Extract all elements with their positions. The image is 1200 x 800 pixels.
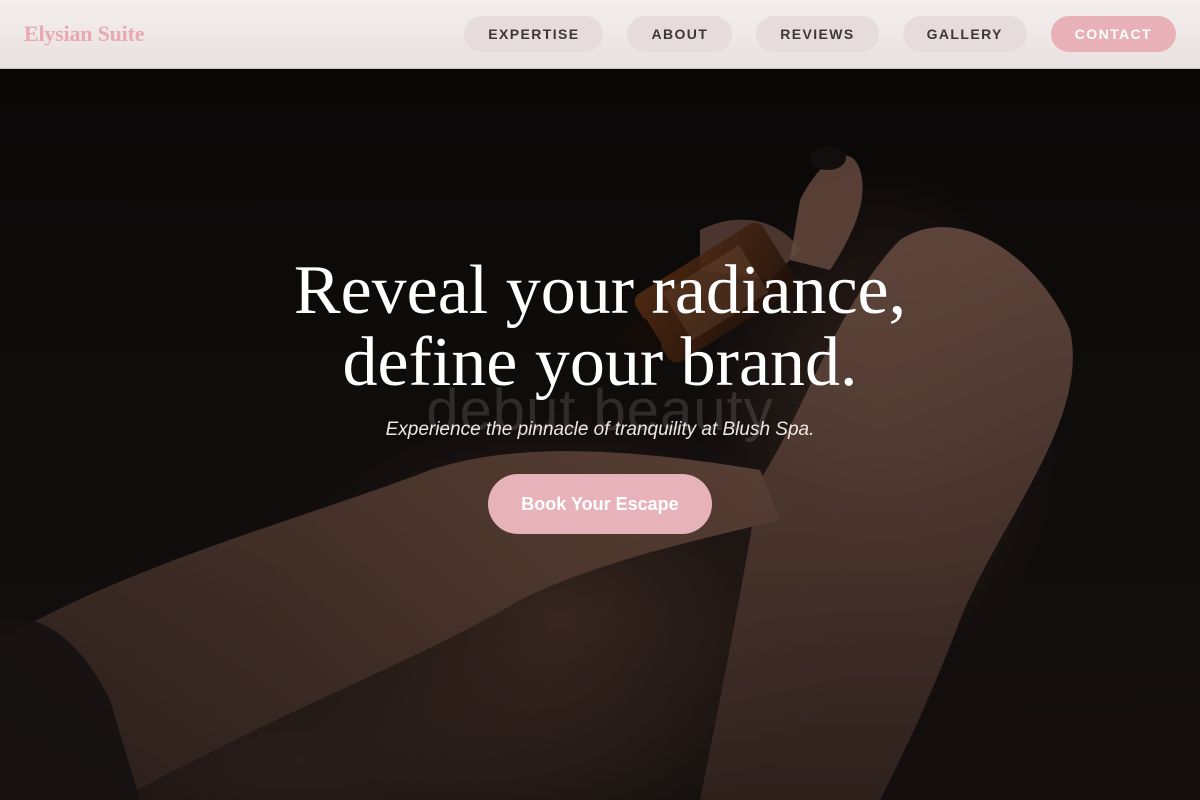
nav-item-reviews[interactable]: REVIEWS [756,16,879,52]
site-header: Elysian Suite EXPERTISE ABOUT REVIEWS GA… [0,0,1200,69]
book-escape-button[interactable]: Book Your Escape [488,474,712,534]
main-nav: EXPERTISE ABOUT REVIEWS GALLERY CONTACT [464,16,1176,52]
hero-section: Reveal your radiance, define your brand.… [0,255,1200,534]
brand-logo[interactable]: Elysian Suite [24,21,144,47]
nav-item-gallery[interactable]: GALLERY [902,16,1027,52]
hero-title-line-2: define your brand. [342,324,858,401]
nav-item-expertise[interactable]: EXPERTISE [464,16,604,52]
nav-item-contact[interactable]: CONTACT [1050,16,1176,52]
hero-title: Reveal your radiance, define your brand. [0,255,1200,399]
nav-item-about[interactable]: ABOUT [627,16,733,52]
hero-subtitle: Experience the pinnacle of tranquility a… [385,419,815,440]
hero-title-line-1: Reveal your radiance, [293,252,907,329]
